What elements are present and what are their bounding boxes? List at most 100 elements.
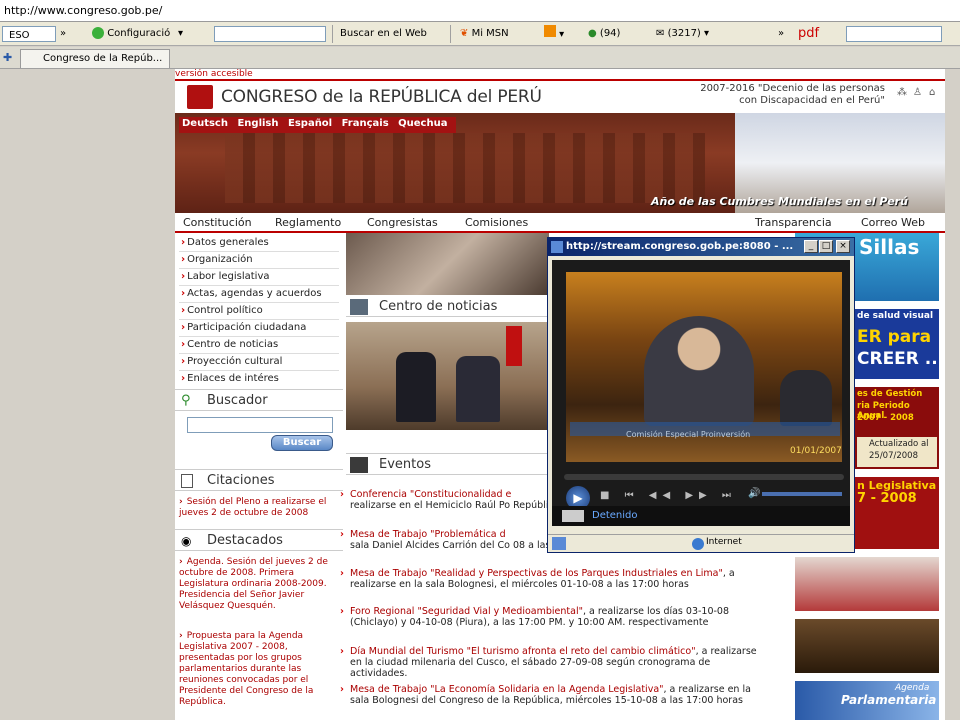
mail-button[interactable]: ✉ (3217) ▾: [656, 25, 709, 43]
mail-count: (3217): [667, 28, 701, 39]
nav-comisiones[interactable]: Comisiones: [465, 216, 528, 229]
transport-controls[interactable]: ■ ⏮ ◀◀ ▶▶ ⏭: [600, 490, 737, 501]
evento-item[interactable]: Día Mundial del Turismo "El turismo afro…: [340, 646, 765, 679]
rss-icon[interactable]: ▾: [544, 25, 564, 43]
search-web-button[interactable]: Buscar en el Web: [340, 25, 427, 43]
search-input[interactable]: [187, 417, 333, 433]
evento-item[interactable]: Foro Regional "Seguridad Vial y Medioamb…: [340, 606, 765, 628]
buscador-title: Buscador: [207, 393, 268, 408]
address-url[interactable]: http://www.congreso.gob.pe/: [4, 4, 162, 17]
add-favorite-icon[interactable]: ✚: [3, 51, 12, 64]
fullscreen-icon[interactable]: [562, 510, 584, 522]
ad5-line2: Parlamentaria: [841, 693, 937, 707]
evento-title: Mesa de Trabajo "La Economía Solidaria e…: [350, 684, 664, 695]
config-button[interactable]: Configuració: [92, 25, 170, 43]
envelope-icon: ✉: [656, 28, 665, 39]
ad-congreso-palace[interactable]: [795, 557, 939, 611]
menu-control-politico[interactable]: Control político: [181, 303, 263, 319]
document-icon: [181, 474, 193, 488]
messenger-button[interactable]: ● (94): [588, 25, 620, 43]
ad3-line3: 2007 - 2008: [857, 413, 914, 423]
eventos-header: Eventos: [346, 453, 549, 475]
search-dropdown[interactable]: [214, 26, 326, 42]
nav-correo-web[interactable]: Correo Web: [861, 216, 925, 229]
more-chevron-icon[interactable]: »: [778, 25, 784, 43]
decenio-text: 2007-2016 "Decenio de las personas con D…: [655, 83, 885, 107]
menu-enlaces[interactable]: Enlaces de intéres: [181, 371, 279, 387]
evento-title: Día Mundial del Turismo "El turismo afro…: [350, 646, 696, 657]
pdf-button[interactable]: pdf: [798, 25, 819, 43]
flag: [506, 326, 522, 366]
person-silhouette: [396, 352, 436, 422]
tab-bar: ✚ Congreso de la Repúb...: [0, 47, 960, 69]
destacados-title: Destacados: [207, 533, 283, 548]
toolbar-dropdown[interactable]: ESO: [2, 26, 56, 42]
magnifier-icon: ⚲: [181, 393, 191, 408]
ad5-line1: Agenda: [895, 683, 930, 693]
video-frame[interactable]: Comisión Especial Proinversión 01/01/200…: [566, 272, 842, 462]
popup-statusbar: Internet: [548, 534, 854, 552]
left-column: Datos generales Organización Labor legis…: [175, 235, 343, 720]
ad-plenary-tv[interactable]: [795, 619, 939, 673]
butterfly-icon: ❦: [460, 28, 469, 39]
home-icon[interactable]: ⌂: [929, 87, 935, 98]
ad2-line2: ER para: [857, 327, 932, 347]
citacion-item[interactable]: Sesión del Pleno a realizarse el jueves …: [179, 497, 339, 519]
volume-icon[interactable]: 🔊: [748, 488, 760, 499]
eventos-title: Eventos: [379, 457, 431, 472]
msn-button[interactable]: ❦ Mi MSN: [460, 25, 509, 43]
menu-proyeccion-cultural[interactable]: Proyección cultural: [181, 354, 282, 370]
lang-quechua[interactable]: Quechua: [398, 118, 447, 129]
lang-deutsch[interactable]: Deutsch: [182, 118, 228, 129]
menu-participacion[interactable]: Participación ciudadana: [181, 320, 306, 336]
lang-francais[interactable]: Français: [342, 118, 389, 129]
nav-congresistas[interactable]: Congresistas: [367, 216, 438, 229]
seek-bar[interactable]: [564, 474, 844, 480]
globe-icon: [692, 538, 704, 550]
lang-espanol[interactable]: Español: [288, 118, 332, 129]
flag-icon[interactable]: ▾: [178, 25, 183, 43]
person-silhouette: [456, 356, 500, 422]
pdf-search-field[interactable]: [846, 26, 942, 42]
minimize-button[interactable]: _: [804, 240, 818, 253]
config-label: Configuració: [107, 28, 171, 39]
destacado-item-1[interactable]: Agenda. Sesión del jueves 2 de octubre d…: [179, 557, 341, 612]
language-bar: Deutsch English Español Français Quechua: [179, 117, 457, 133]
stream-popup-window[interactable]: http://stream.congreso.gob.pe:8080 - ...…: [547, 237, 855, 553]
nav-reglamento[interactable]: Reglamento: [275, 216, 341, 229]
press-photo[interactable]: [346, 233, 549, 295]
maximize-button[interactable]: □: [819, 240, 833, 253]
nav-transparencia[interactable]: Transparencia: [755, 216, 832, 229]
browser-tab[interactable]: Congreso de la Repúb...: [20, 49, 170, 68]
menu-centro-noticias[interactable]: Centro de noticias: [181, 337, 278, 353]
meeting-photo[interactable]: [346, 322, 549, 430]
security-zone: Internet: [706, 537, 742, 547]
evento-title: Foro Regional "Seguridad Vial y Medioamb…: [350, 606, 583, 617]
address-bar[interactable]: http://www.congreso.gob.pe/: [0, 0, 960, 22]
sitemap-icon[interactable]: ⁂: [897, 87, 907, 98]
menu-organizacion[interactable]: Organización: [181, 252, 253, 268]
close-button[interactable]: ×: [836, 240, 850, 253]
menu-datos-generales[interactable]: Datos generales: [181, 235, 269, 251]
search-button[interactable]: Buscar: [271, 435, 333, 451]
msn-label: Mi MSN: [471, 28, 509, 39]
ad-agenda-parlamentaria[interactable]: Agenda Parlamentaria: [795, 681, 939, 720]
lang-english[interactable]: English: [237, 118, 278, 129]
evento-item[interactable]: Mesa de Trabajo "La Economía Solidaria e…: [340, 684, 765, 706]
ad4-line2: 7 - 2008: [857, 491, 917, 506]
destacado-item-2[interactable]: Propuesta para la Agenda Legislativa 200…: [179, 631, 341, 708]
citaciones-header: Citaciones: [175, 469, 343, 491]
centro-noticias-title: Centro de noticias: [379, 299, 498, 314]
evento-title: Mesa de Trabajo "Problemática d: [350, 529, 506, 540]
menu-actas[interactable]: Actas, agendas y acuerdos: [181, 286, 321, 302]
coat-of-arms-icon: [187, 85, 213, 109]
evento-item[interactable]: Mesa de Trabajo "Realidad y Perspectivas…: [340, 568, 765, 590]
nav-constitucion[interactable]: Constitución: [183, 216, 252, 229]
version-accesible-link[interactable]: versión accesible: [175, 69, 253, 79]
person-icon[interactable]: ♙: [913, 87, 922, 98]
chevron-icon[interactable]: »: [60, 25, 66, 43]
menu-labor-legislativa[interactable]: Labor legislativa: [181, 269, 269, 285]
banner-image: Deutsch English Español Français Quechua…: [175, 113, 945, 213]
volume-slider[interactable]: [762, 492, 842, 496]
evento-title: Conferencia "Constitucionalidad e: [350, 489, 512, 500]
